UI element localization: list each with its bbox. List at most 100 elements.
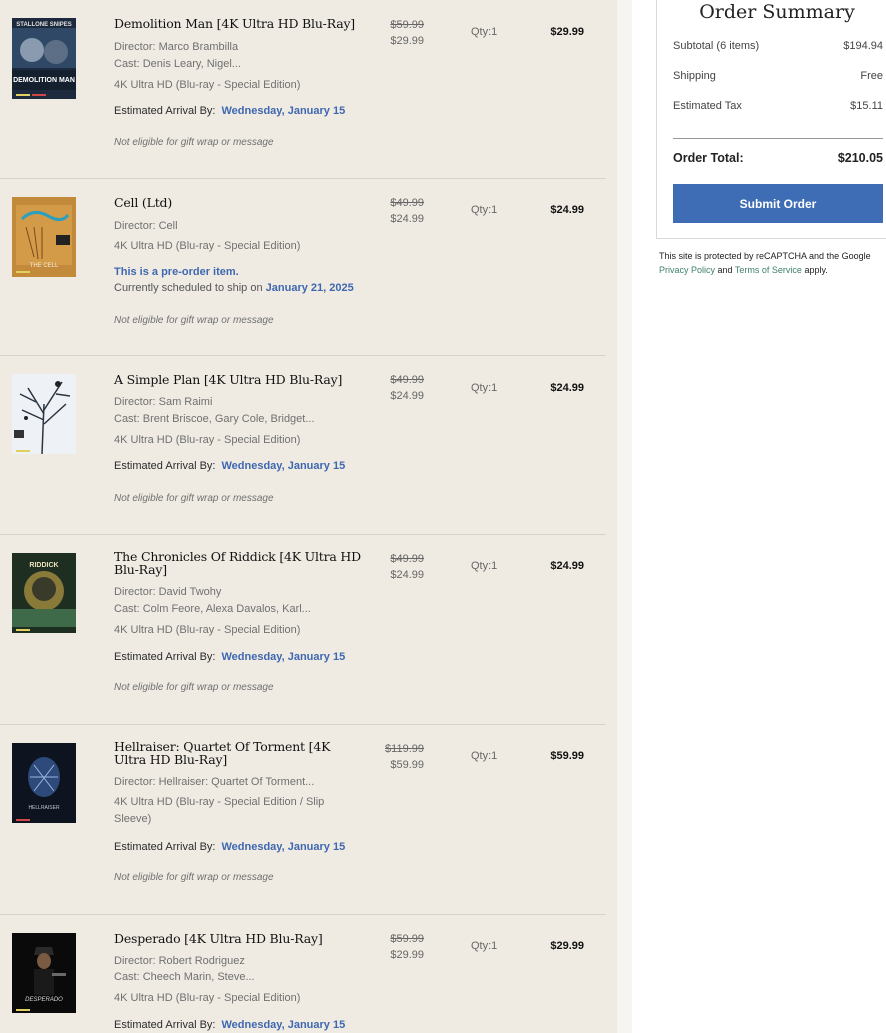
terms-of-service-link[interactable]: Terms of Service: [735, 265, 802, 275]
original-price: $49.99: [390, 374, 424, 386]
original-price: $49.99: [390, 553, 424, 565]
summary-divider: [673, 138, 883, 139]
movie-cover-image[interactable]: STALLONE SNIPES DEMOLITION MAN: [12, 18, 76, 99]
subtotal-value: $194.94: [843, 40, 883, 52]
subtotal-label: Subtotal (6 items): [673, 40, 760, 52]
cover-bottom-text: DESPERADO: [25, 997, 63, 1003]
arrival-date: Wednesday, January 15: [221, 651, 346, 663]
arrival-label: Estimated Arrival By:: [114, 105, 216, 117]
tax-label: Estimated Tax: [673, 100, 742, 112]
item-title[interactable]: Cell (Ltd): [114, 196, 364, 209]
quantity: Qty:1: [471, 560, 498, 572]
recaptcha-text: This site is protected by reCAPTCHA and …: [659, 251, 871, 261]
arrival-date: Wednesday, January 15: [221, 460, 346, 472]
item-title[interactable]: The Chronicles Of Riddick [4K Ultra HD B…: [114, 550, 364, 576]
giftwrap-note: Not eligible for gift wrap or message: [114, 137, 274, 148]
item-director: Director: Cell: [114, 220, 178, 232]
item-director: Director: Marco Brambilla: [114, 41, 239, 53]
estimated-arrival: Estimated Arrival By: Wednesday, January …: [114, 105, 345, 117]
ship-date: January 21, 2025: [265, 282, 354, 294]
recaptcha-notice: This site is protected by reCAPTCHA and …: [659, 249, 886, 277]
line-total: $24.99: [550, 560, 584, 572]
shipping-label: Shipping: [673, 70, 716, 82]
cart-item: A Simple Plan [4K Ultra HD Blu-Ray] Dire…: [0, 356, 606, 535]
arrival-date: Wednesday, January 15: [221, 841, 346, 853]
item-director: Director: Robert Rodriguez: [114, 955, 245, 967]
item-cast: Cast: Colm Feore, Alexa Davalos, Karl...: [114, 603, 311, 615]
item-format: 4K Ultra HD (Blu-ray - Special Edition): [114, 240, 301, 252]
original-price: $49.99: [390, 197, 424, 209]
original-price: $119.99: [385, 743, 424, 755]
giftwrap-note: Not eligible for gift wrap or message: [114, 872, 274, 883]
giftwrap-note: Not eligible for gift wrap or message: [114, 315, 274, 326]
order-total-value: $210.05: [837, 151, 883, 165]
original-price: $59.99: [390, 19, 424, 31]
ship-prefix: Currently scheduled to ship on: [114, 282, 263, 294]
item-cast: Cast: Denis Leary, Nigel...: [114, 58, 241, 70]
sale-price: $59.99: [390, 759, 424, 771]
line-total: $59.99: [550, 750, 584, 762]
quantity: Qty:1: [471, 750, 498, 762]
arrival-label: Estimated Arrival By:: [114, 651, 216, 663]
item-format: 4K Ultra HD (Blu-ray - Special Edition): [114, 434, 301, 446]
line-total: $29.99: [550, 940, 584, 952]
sale-price: $24.99: [390, 569, 424, 581]
ship-schedule: Currently scheduled to ship on January 2…: [114, 282, 354, 294]
cover-top-text: RIDDICK: [29, 562, 58, 569]
cart-item: DESPERADO Desperado [4K Ultra HD Blu-Ray…: [0, 915, 606, 1033]
item-title[interactable]: Desperado [4K Ultra HD Blu-Ray]: [114, 932, 364, 945]
line-total: $24.99: [550, 204, 584, 216]
privacy-policy-link[interactable]: Privacy Policy: [659, 265, 715, 275]
item-director: Director: David Twohy: [114, 586, 222, 598]
tax-value: $15.11: [850, 100, 883, 112]
arrival-date: Wednesday, January 15: [221, 1019, 346, 1031]
giftwrap-note: Not eligible for gift wrap or message: [114, 682, 274, 693]
sale-price: $24.99: [390, 213, 424, 225]
recaptcha-apply: apply.: [804, 265, 828, 275]
recaptcha-and: and: [717, 265, 733, 275]
quantity: Qty:1: [471, 382, 498, 394]
item-format: 4K Ultra HD (Blu-ray - Special Edition): [114, 992, 301, 1004]
estimated-arrival: Estimated Arrival By: Wednesday, January …: [114, 841, 345, 853]
cart-item: STALLONE SNIPES DEMOLITION MAN Demolitio…: [0, 0, 606, 179]
item-format: 4K Ultra HD (Blu-ray - Special Edition /…: [114, 796, 325, 825]
movie-cover-image[interactable]: DESPERADO: [12, 933, 76, 1013]
panel-gutter: [617, 0, 632, 1033]
preorder-note: This is a pre-order item.: [114, 266, 239, 278]
item-cast: Cast: Brent Briscoe, Gary Cole, Bridget.…: [114, 413, 315, 425]
line-total: $29.99: [550, 26, 584, 38]
order-summary-title: Order Summary: [699, 1, 855, 23]
item-format: 4K Ultra HD (Blu-ray - Special Edition): [114, 79, 301, 91]
arrival-label: Estimated Arrival By:: [114, 841, 216, 853]
giftwrap-note: Not eligible for gift wrap or message: [114, 493, 274, 504]
cover-bottom-text: THE CELL: [30, 263, 59, 269]
movie-cover-image[interactable]: RIDDICK: [12, 553, 76, 633]
item-director: Director: Sam Raimi: [114, 396, 213, 408]
estimated-arrival: Estimated Arrival By: Wednesday, January …: [114, 460, 345, 472]
estimated-arrival: Estimated Arrival By: Wednesday, January …: [114, 651, 345, 663]
item-title[interactable]: Demolition Man [4K Ultra HD Blu-Ray]: [114, 17, 364, 30]
movie-cover-image[interactable]: HELLRAISER: [12, 743, 76, 823]
cart-item: RIDDICK The Chronicles Of Riddick [4K Ul…: [0, 535, 606, 725]
movie-cover-image[interactable]: THE CELL: [12, 197, 76, 277]
line-total: $24.99: [550, 382, 584, 394]
submit-order-button[interactable]: Submit Order: [673, 184, 883, 223]
item-title[interactable]: A Simple Plan [4K Ultra HD Blu-Ray]: [114, 373, 364, 386]
item-title[interactable]: Hellraiser: Quartet Of Torment [4K Ultra…: [114, 740, 364, 766]
item-director: Director: Hellraiser: Quartet Of Torment…: [114, 776, 315, 788]
quantity: Qty:1: [471, 26, 498, 38]
cover-bottom-text: DEMOLITION MAN: [13, 77, 75, 84]
quantity: Qty:1: [471, 204, 498, 216]
original-price: $59.99: [390, 933, 424, 945]
arrival-label: Estimated Arrival By:: [114, 1019, 216, 1031]
movie-cover-image[interactable]: [12, 374, 76, 454]
item-cast: Cast: Cheech Marin, Steve...: [114, 971, 255, 983]
sale-price: $29.99: [390, 35, 424, 47]
item-format: 4K Ultra HD (Blu-ray - Special Edition): [114, 624, 301, 636]
arrival-label: Estimated Arrival By:: [114, 460, 216, 472]
order-total-label: Order Total:: [673, 151, 744, 165]
estimated-arrival: Estimated Arrival By: Wednesday, January …: [114, 1019, 345, 1031]
quantity: Qty:1: [471, 940, 498, 952]
sale-price: $29.99: [390, 949, 424, 961]
cover-top-text: STALLONE SNIPES: [16, 22, 72, 28]
